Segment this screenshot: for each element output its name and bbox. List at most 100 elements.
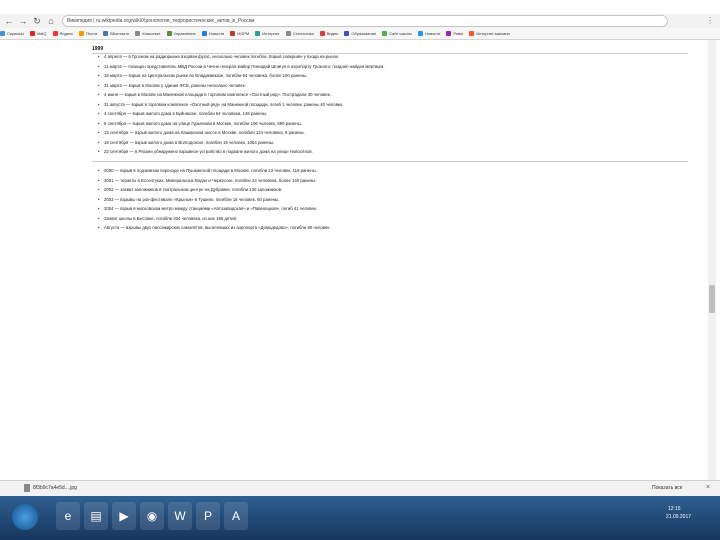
bookmark-label: Новости <box>208 31 225 36</box>
bookmark-item[interactable]: Яндекс <box>52 31 73 36</box>
bookmark-icon <box>0 31 5 36</box>
home-icon[interactable]: ⌂ <box>46 16 56 26</box>
event-item: 9 сентября — взрыв жилого дома на улице … <box>98 121 688 127</box>
bookmark-icon <box>52 31 58 36</box>
bookmark-item[interactable]: Новости <box>417 31 441 36</box>
bookmark-label: Образование <box>351 31 377 36</box>
address-bar[interactable]: Википедия | ru.wikipedia.org/wiki/Хронол… <box>62 15 668 27</box>
bookmark-icon <box>469 31 475 36</box>
bookmark-label: Новости <box>424 31 441 36</box>
bookmark-item[interactable]: Почта <box>78 31 98 36</box>
bookmark-label: Сайт школы <box>389 31 412 36</box>
bookmark-item[interactable]: Интернет-магазин <box>469 31 510 36</box>
bookmark-item[interactable]: VidIQ <box>29 31 47 36</box>
page-scrollbar[interactable] <box>708 40 716 480</box>
bookmark-icon <box>319 31 325 36</box>
bookmark-icon <box>344 31 350 36</box>
bookmark-label: НОРМ <box>237 31 250 36</box>
event-item: 2002 — захват заложников в театральном ц… <box>98 187 688 193</box>
clock-date[interactable]: 21.09.2017 <box>666 514 691 520</box>
firefox-icon[interactable]: ◉ <box>140 502 164 530</box>
event-item: 22 сентября — в Рязани обнаружено взрывн… <box>98 149 688 155</box>
bookmark-icon <box>382 31 388 36</box>
bookmark-icon <box>285 31 291 36</box>
downloads-bar: 8f3b9c7a4e5d....jpg Показать все × <box>0 480 720 497</box>
bookmark-icon <box>446 31 452 36</box>
bookmark-item[interactable]: Классные <box>135 31 161 36</box>
bookmark-icon <box>166 31 172 36</box>
bookmark-item[interactable]: Интернет <box>255 31 280 36</box>
bookmark-icon <box>255 31 261 36</box>
download-file-name: 8f3b9c7a4e5d....jpg <box>33 485 77 491</box>
bookmark-label: Почта <box>85 31 98 36</box>
ie-icon[interactable]: e <box>56 502 80 530</box>
bookmark-item[interactable]: Ревю <box>446 31 463 36</box>
event-item: Захват школы в Беслане, погибли 334 чело… <box>98 216 688 222</box>
bookmark-item[interactable]: Видео <box>319 31 339 36</box>
bookmark-item[interactable]: Статистика <box>285 31 314 36</box>
bookmark-item[interactable]: НОРМ <box>230 31 249 36</box>
event-item: 4 июня — взрыв в Москве на Манежной площ… <box>98 92 688 98</box>
event-item: 4 апреля — в Грозном на радиорынке взорв… <box>98 54 688 60</box>
bookmark-item[interactable]: Сервисы <box>0 31 24 36</box>
bookmark-icon <box>103 31 109 36</box>
bookmark-label: Видео <box>326 31 339 36</box>
events-list: 4 апреля — в Грозном на радиорынке взорв… <box>92 54 688 235</box>
browser-nav-bar: ← → ↻ ⌂ Википедия | ru.wikipedia.org/wik… <box>0 14 720 28</box>
bookmark-item[interactable]: Управление <box>166 31 196 36</box>
event-item: 2003 — взрывы на рок-фестивале «Крылья» … <box>98 197 688 203</box>
bookmarks-bar: Сервисы VidIQ Яндекс Почта ВКонтакте Классные… <box>0 28 720 40</box>
event-item: 11 марта — похищен представитель МВД Рос… <box>98 64 688 70</box>
bookmark-label: ВКонтакте <box>110 31 130 36</box>
file-icon <box>24 484 30 492</box>
folder-icon[interactable]: ▤ <box>84 502 108 530</box>
acrobat-icon[interactable]: A <box>224 502 248 530</box>
section-divider <box>92 161 688 162</box>
event-item: 2000 — взрыв в подземном переходе на Пуш… <box>98 168 688 174</box>
bookmark-label: Статистика <box>292 31 314 36</box>
bookmark-icon <box>201 31 207 36</box>
reload-icon[interactable]: ↻ <box>32 16 42 26</box>
show-all-downloads-link[interactable]: Показать все <box>652 485 683 491</box>
start-button[interactable] <box>12 504 38 530</box>
scrollbar-thumb[interactable] <box>709 285 715 313</box>
bookmark-icon <box>29 31 35 36</box>
system-tray: 12:15 21.09.2017 <box>640 504 720 534</box>
bookmark-label: VidIQ <box>36 31 47 36</box>
event-item: 16 сентября — взрыв жилого дома в Волгод… <box>98 140 688 146</box>
bookmark-item[interactable]: Новости <box>201 31 225 36</box>
event-item: 19 марта — взрыв на Центральном рынке во… <box>98 73 688 79</box>
bookmark-label: Классные <box>142 31 161 36</box>
bookmark-label: Яндекс <box>59 31 73 36</box>
event-item: 2004 — взрыв в московском метро между ст… <box>98 206 688 212</box>
bookmark-icon <box>417 31 423 36</box>
forward-icon[interactable]: → <box>18 16 28 26</box>
event-item: 31 марта — взрыв в Москве у здания ФСБ, … <box>98 83 688 89</box>
bookmark-icon <box>135 31 141 36</box>
powerpoint-icon[interactable]: P <box>196 502 220 530</box>
screen: ← → ↻ ⌂ Википедия | ru.wikipedia.org/wik… <box>0 0 720 540</box>
bookmark-icon <box>78 31 84 36</box>
bookmark-label: Сервисы <box>7 31 24 36</box>
bookmark-item[interactable]: Образование <box>344 31 376 36</box>
bookmark-icon <box>230 31 236 36</box>
menu-icon[interactable]: ⋮ <box>706 16 714 25</box>
word-icon[interactable]: W <box>168 502 192 530</box>
download-item[interactable]: 8f3b9c7a4e5d....jpg <box>24 484 77 492</box>
bookmark-label: Интернет <box>262 31 280 36</box>
bookmark-item[interactable]: Сайт школы <box>382 31 412 36</box>
event-item: 4 сентября — взрыв жилого дома в Буйнакс… <box>98 111 688 117</box>
media-player-icon[interactable]: ▶ <box>112 502 136 530</box>
back-icon[interactable]: ← <box>4 16 14 26</box>
bookmark-label: Интернет-магазин <box>476 31 510 36</box>
article-content: 1999 4 апреля — в Грозном на радиорынке … <box>88 40 692 480</box>
event-item: 13 сентября — взрыв жилого дома на Кашир… <box>98 130 688 136</box>
taskbar: e ▤ ▶ ◉ W P A 12:15 21.09.2017 <box>0 496 720 540</box>
bookmark-item[interactable]: ВКонтакте <box>103 31 129 36</box>
event-item: Августа — взрывы двух пассажирских самол… <box>98 225 688 231</box>
clock-time[interactable]: 12:15 <box>668 506 681 512</box>
bookmark-label: Ревю <box>453 31 464 36</box>
event-item: 31 августа — взрыв в торговом комплексе … <box>98 102 688 108</box>
close-icon[interactable]: × <box>706 484 710 491</box>
bookmark-label: Управление <box>173 31 196 36</box>
